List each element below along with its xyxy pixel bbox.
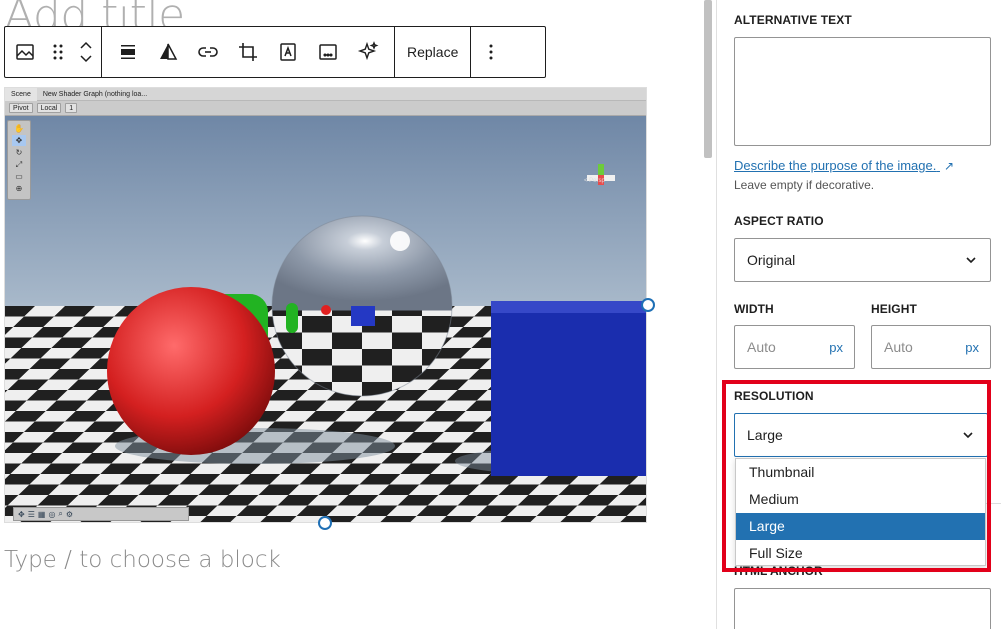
toolbar-group-replace: Replace: [395, 27, 472, 77]
more-options-icon[interactable]: [471, 27, 511, 77]
move-down-icon[interactable]: [76, 52, 96, 66]
toolbar-group-options: [471, 27, 511, 77]
image-block[interactable]: Scene New Shader Graph (nothing loa... P…: [4, 87, 647, 523]
image-block-icon[interactable]: [5, 27, 45, 77]
replace-button[interactable]: Replace: [395, 27, 470, 77]
duotone-icon[interactable]: [148, 27, 188, 77]
height-input[interactable]: Auto px: [871, 325, 991, 369]
html-anchor-input[interactable]: [734, 588, 991, 629]
persp-label: < Persp: [584, 178, 605, 184]
aspect-ratio-select[interactable]: Original: [734, 238, 991, 282]
align-icon[interactable]: [108, 27, 148, 77]
width-label: WIDTH: [734, 302, 774, 316]
describe-purpose-link[interactable]: Describe the purpose of the image. ↗: [734, 158, 954, 173]
resize-handle-right[interactable]: [641, 298, 655, 312]
scene-tabbar: Scene New Shader Graph (nothing loa...: [5, 88, 646, 101]
block-mover: [71, 27, 101, 77]
transform-tool-icon: ⊕: [15, 184, 23, 193]
rect-tool-icon: ▭: [15, 172, 23, 181]
overlay-settings-icon: ⚙: [65, 509, 74, 519]
caption-icon[interactable]: [308, 27, 348, 77]
hand-tool-icon: ✋: [14, 124, 24, 133]
overlay-orbit-icon: ◎: [48, 509, 56, 519]
toolbar-group-block: [5, 27, 102, 77]
scale-tool-icon: ⤢: [15, 160, 23, 169]
drag-handle-icon[interactable]: [45, 27, 71, 77]
height-label: HEIGHT: [871, 302, 917, 316]
rotate-tool-icon: ↻: [15, 148, 23, 157]
shader-graph-tab: New Shader Graph (nothing loa...: [42, 90, 148, 98]
width-placeholder: Auto: [747, 339, 776, 355]
overlay-grid-icon: ▦: [37, 509, 46, 519]
width-unit-select[interactable]: px: [829, 340, 843, 355]
default-block-appender[interactable]: Type / to choose a block: [4, 547, 281, 573]
external-link-icon: ↗: [943, 159, 955, 173]
editor-scrollbar[interactable]: [704, 0, 712, 158]
overlay-align-icon: ☰: [27, 509, 35, 519]
annotation-highlight-box: [722, 380, 991, 572]
describe-purpose-link-text: Describe the purpose of the image.: [734, 158, 937, 173]
overlay-search-icon: ⌕: [58, 509, 63, 518]
overlay-move-icon: ✥: [18, 509, 25, 519]
width-input[interactable]: Auto px: [734, 325, 855, 369]
grid-snap-value: 1: [65, 103, 78, 113]
move-tool-icon: ✥: [12, 135, 26, 146]
pivot-toggle: Pivot: [9, 103, 33, 113]
local-toggle: Local: [36, 103, 62, 113]
move-up-icon[interactable]: [76, 38, 96, 52]
scene-tab: Scene: [5, 88, 37, 101]
crop-icon[interactable]: [228, 27, 268, 77]
block-toolbar: Replace: [4, 26, 546, 78]
toolbar-group-tools: [102, 27, 395, 77]
link-icon[interactable]: [188, 27, 228, 77]
aspect-ratio-value: Original: [747, 252, 796, 268]
resize-handle-bottom[interactable]: [318, 516, 332, 530]
scene-toolbar: Pivot Local 1: [5, 101, 646, 116]
alt-text-input[interactable]: [734, 37, 991, 146]
chevron-down-icon: [966, 257, 976, 264]
scene-overlay-toolbar: ✥ ☰ ▦ ◎ ⌕ ⚙: [13, 507, 189, 521]
height-placeholder: Auto: [884, 339, 913, 355]
ai-sparkle-icon[interactable]: [348, 27, 388, 77]
alt-text-label: ALTERNATIVE TEXT: [734, 13, 852, 27]
scene-render: [5, 116, 646, 522]
scene-tools-panel: ✋ ✥ ↻ ⤢ ▭ ⊕: [7, 120, 31, 200]
alt-text-help: Leave empty if decorative.: [734, 178, 875, 192]
height-unit-select[interactable]: px: [965, 340, 979, 355]
aspect-ratio-label: ASPECT RATIO: [734, 214, 824, 228]
text-overlay-icon[interactable]: [268, 27, 308, 77]
